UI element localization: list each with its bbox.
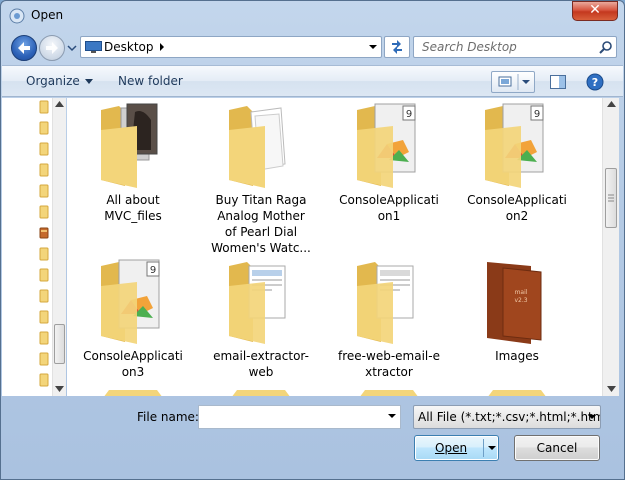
scroll-up-icon[interactable] xyxy=(55,101,64,107)
change-view-button[interactable] xyxy=(491,71,535,93)
list-item[interactable]: 9 ConsoleApplicati on1 xyxy=(331,100,447,224)
folder-with-screenshots-icon xyxy=(229,262,286,344)
folder-icon[interactable] xyxy=(39,289,49,303)
folder-icon[interactable] xyxy=(39,268,49,282)
list-item[interactable]: email-extractor- web xyxy=(203,256,319,380)
list-item[interactable]: Buy Titan Raga Analog Mother of Pearl Di… xyxy=(203,100,319,256)
svg-text:?: ? xyxy=(592,76,598,89)
command-bar: Organize New folder ? xyxy=(2,65,623,97)
file-name-label: File name: xyxy=(137,410,199,424)
open-button[interactable]: Open xyxy=(414,435,499,461)
folder-icon[interactable] xyxy=(359,390,419,396)
svg-text:9: 9 xyxy=(534,109,540,120)
views-icon xyxy=(498,74,530,90)
file-type-select[interactable]: All File (*.txt;*.csv;*.html;*.htm; xyxy=(413,405,601,429)
visual-studio-folder-icon: 9 xyxy=(357,103,416,188)
address-dropdown-icon[interactable] xyxy=(367,41,379,53)
file-name: Images xyxy=(495,349,539,363)
folder-icon[interactable] xyxy=(39,142,49,156)
svg-text:v2.3: v2.3 xyxy=(514,297,527,304)
scroll-down-icon[interactable] xyxy=(55,386,64,392)
folder-icon[interactable] xyxy=(39,100,49,114)
file-name: Buy Titan Raga Analog Mother of Pearl Di… xyxy=(211,193,311,255)
list-item[interactable]: free-web-email-e xtractor xyxy=(331,256,447,380)
open-dialog: Open ✕ Desktop Search Desktop Organize N… xyxy=(0,0,625,480)
file-name-dropdown-icon[interactable] xyxy=(386,409,398,423)
file-name: All about MVC_files xyxy=(104,193,162,223)
chevron-down-icon xyxy=(84,79,93,84)
address-bar[interactable]: Desktop xyxy=(80,36,382,58)
visual-studio-folder-icon: 9 xyxy=(101,259,160,344)
list-item[interactable]: 9 ConsoleApplicati on3 xyxy=(75,256,191,380)
app-icon xyxy=(9,8,25,24)
organize-label: Organize xyxy=(26,74,80,88)
navigation-pane[interactable] xyxy=(2,98,66,396)
list-item[interactable]: 9 ConsoleApplicati on2 xyxy=(459,100,575,224)
folder-icon[interactable] xyxy=(487,390,547,396)
new-folder-button[interactable]: New folder xyxy=(118,74,183,88)
folder-with-screenshots-icon xyxy=(357,262,414,344)
svg-text:9: 9 xyxy=(150,265,156,276)
cancel-button[interactable]: Cancel xyxy=(514,435,600,461)
refresh-icon xyxy=(392,40,402,54)
search-box[interactable]: Search Desktop xyxy=(413,36,617,58)
file-list[interactable]: All about MVC_files Buy Titan Raga Analo… xyxy=(67,98,602,396)
search-input[interactable]: Search Desktop xyxy=(422,40,517,54)
folder-with-photo-icon xyxy=(101,103,158,188)
file-name: ConsoleApplicati on1 xyxy=(339,193,439,223)
folder-icon[interactable] xyxy=(39,373,49,387)
scroll-down-icon[interactable] xyxy=(607,386,616,392)
close-button[interactable]: ✕ xyxy=(572,1,618,21)
nav-pane-scrollbar[interactable] xyxy=(52,98,66,396)
refresh-button[interactable] xyxy=(384,36,410,58)
recent-pages-chevron-icon[interactable] xyxy=(67,43,77,53)
folder-icon[interactable] xyxy=(39,184,49,198)
file-name-input[interactable] xyxy=(198,405,401,429)
file-name: ConsoleApplicati on3 xyxy=(83,349,183,379)
folder-icon[interactable] xyxy=(39,331,49,345)
address-location[interactable]: Desktop xyxy=(104,40,154,54)
folder-with-documents-icon xyxy=(229,106,286,188)
visual-studio-folder-icon: 9 xyxy=(485,103,544,188)
arrow-right-icon xyxy=(46,42,58,54)
file-list-scrollbar[interactable] xyxy=(602,98,619,396)
folder-icon[interactable] xyxy=(103,390,163,396)
scroll-up-icon[interactable] xyxy=(607,101,616,107)
split-divider xyxy=(483,439,484,457)
nav-pane-scroll-thumb[interactable] xyxy=(54,324,65,364)
library-icon[interactable] xyxy=(39,226,49,240)
folder-icon[interactable] xyxy=(39,310,49,324)
list-item[interactable]: All about MVC_files xyxy=(75,100,191,224)
folder-icon[interactable] xyxy=(231,390,291,396)
preview-pane-icon[interactable] xyxy=(549,73,567,91)
arrow-left-icon xyxy=(18,42,30,54)
grip-icon xyxy=(608,194,614,202)
organize-menu[interactable]: Organize xyxy=(26,74,93,88)
file-name: free-web-email-e xtractor xyxy=(338,349,440,379)
window-title: Open xyxy=(31,8,64,22)
file-list-scroll-thumb[interactable] xyxy=(605,168,617,228)
help-icon[interactable]: ? xyxy=(586,73,604,91)
breadcrumb-arrow-icon[interactable] xyxy=(158,43,166,51)
desktop-icon xyxy=(85,41,102,53)
open-button-label: Open xyxy=(435,441,468,455)
folder-icon[interactable] xyxy=(39,163,49,177)
list-item[interactable]: mail v2.3 Images xyxy=(459,256,575,364)
title-bar[interactable]: Open ✕ xyxy=(1,1,624,31)
file-name: email-extractor- web xyxy=(213,349,309,379)
folder-icon[interactable] xyxy=(39,121,49,135)
folder-icon[interactable] xyxy=(39,352,49,366)
file-type-dropdown-icon[interactable] xyxy=(586,410,598,424)
folder-icon[interactable] xyxy=(39,205,49,219)
folder-icon[interactable] xyxy=(39,247,49,261)
forward-button[interactable] xyxy=(39,35,65,61)
svg-text:9: 9 xyxy=(406,109,412,120)
file-name: ConsoleApplicati on2 xyxy=(467,193,567,223)
svg-text:mail: mail xyxy=(515,289,528,296)
back-button[interactable] xyxy=(11,35,37,61)
brown-folder-icon: mail v2.3 xyxy=(487,262,542,344)
search-icon[interactable] xyxy=(598,40,613,55)
open-options-chevron-icon[interactable] xyxy=(487,443,497,453)
